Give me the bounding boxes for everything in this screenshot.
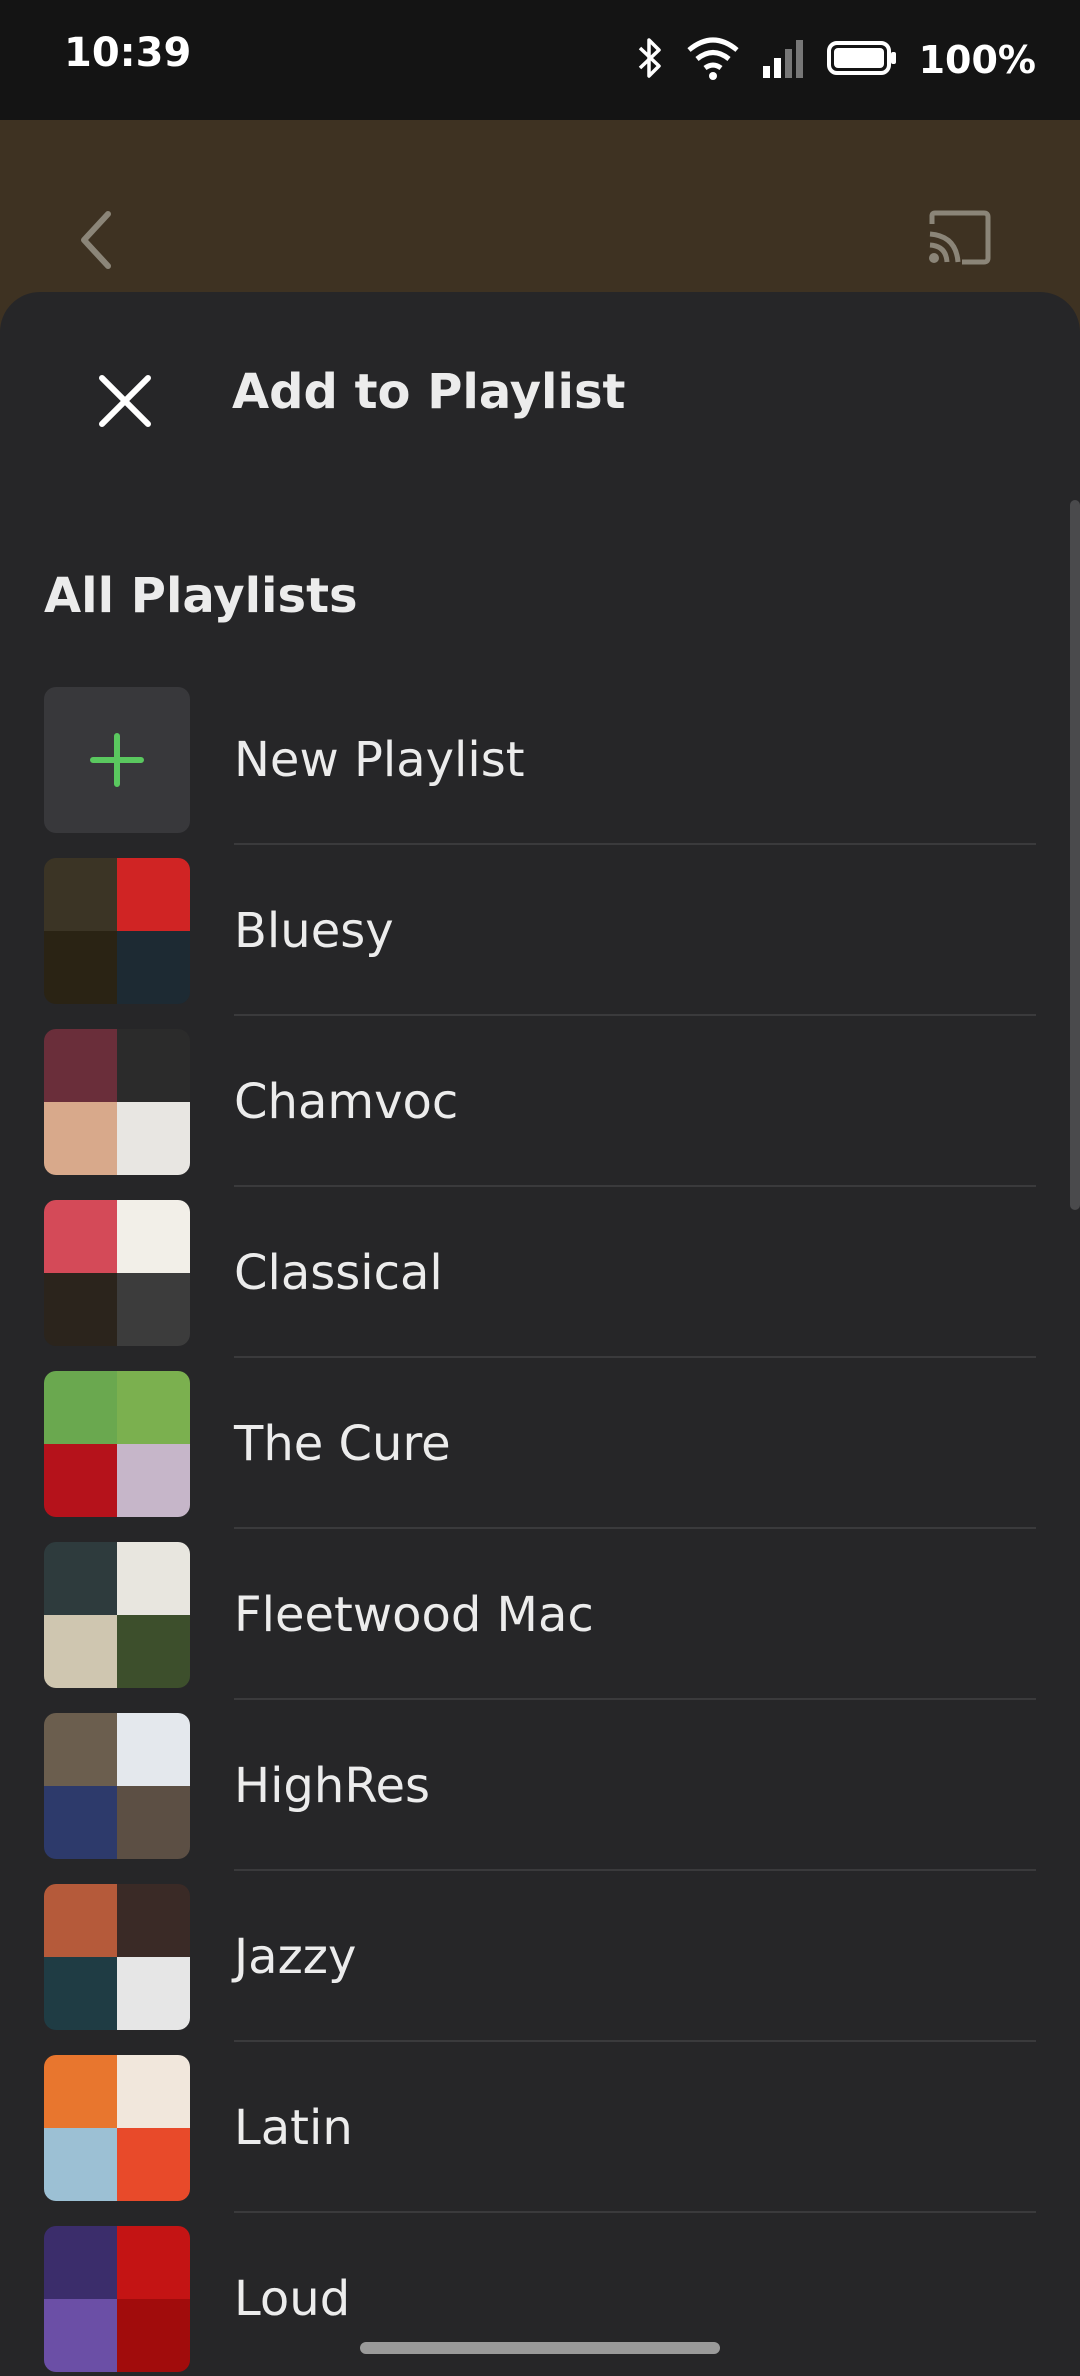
new-playlist-label: New Playlist [234, 731, 525, 788]
playlist-name: Bluesy [234, 902, 394, 959]
list-item[interactable]: Classical [44, 1187, 1036, 1358]
list-item[interactable]: Fleetwood Mac [44, 1529, 1036, 1700]
album-cover [117, 1541, 190, 1615]
playlist-name: Fleetwood Mac [234, 1586, 594, 1643]
album-cover [117, 1614, 190, 1688]
list-item[interactable]: Latin [44, 2042, 1036, 2213]
list-item[interactable]: HighRes [44, 1700, 1036, 1871]
close-button[interactable] [96, 372, 154, 430]
cast-button[interactable] [926, 210, 992, 266]
album-cover [117, 1199, 190, 1273]
album-cover [44, 1101, 117, 1175]
album-cover [117, 2054, 190, 2128]
status-time: 10:39 [64, 30, 192, 76]
album-cover [44, 1272, 117, 1346]
playlist-artwork [44, 1028, 190, 1175]
album-cover [44, 1443, 117, 1517]
playlist-name: The Cure [234, 1415, 451, 1472]
album-cover [117, 1956, 190, 2030]
album-cover [44, 1199, 117, 1273]
bluetooth-icon [635, 36, 665, 84]
album-cover [117, 1028, 190, 1102]
status-icons: 100% [635, 32, 1036, 88]
album-cover [117, 1101, 190, 1175]
back-chevron-icon [81, 211, 111, 269]
list-item[interactable]: Jazzy [44, 1871, 1036, 2042]
close-icon [99, 375, 151, 427]
playlist-list: New Playlist Bluesy Chamvoc Classical The C… [44, 674, 1036, 2376]
playlist-name: Chamvoc [234, 1073, 459, 1130]
scrollbar[interactable] [1070, 500, 1080, 1210]
album-cover [44, 1785, 117, 1859]
playlist-artwork [44, 2225, 190, 2372]
album-cover [117, 857, 190, 931]
album-cover [44, 1541, 117, 1615]
playlist-artwork [44, 1370, 190, 1517]
album-cover [44, 1956, 117, 2030]
playlist-artwork [44, 1712, 190, 1859]
list-item[interactable]: Bluesy [44, 845, 1036, 1016]
album-cover [117, 1370, 190, 1444]
album-cover [44, 1883, 117, 1957]
album-cover [117, 2127, 190, 2201]
battery-icon [826, 40, 897, 80]
album-cover [117, 1272, 190, 1346]
playlist-name: Classical [234, 1244, 443, 1301]
album-cover [44, 857, 117, 931]
list-item[interactable]: Chamvoc [44, 1016, 1036, 1187]
new-playlist-item[interactable]: New Playlist [44, 674, 1036, 845]
playlist-name: HighRes [234, 1757, 431, 1814]
album-cover [44, 2054, 117, 2128]
album-cover [117, 930, 190, 1004]
section-title: All Playlists [44, 568, 358, 624]
album-cover [44, 2225, 117, 2299]
plus-icon [90, 732, 144, 787]
album-cover [44, 1712, 117, 1786]
new-playlist-tile [44, 686, 190, 833]
album-cover [117, 1712, 190, 1786]
playlist-artwork [44, 857, 190, 1004]
list-item[interactable]: The Cure [44, 1358, 1036, 1529]
wifi-icon [686, 36, 739, 84]
playlist-name: Loud [234, 2270, 351, 2327]
album-cover [44, 2127, 117, 2201]
add-to-playlist-sheet: Add to Playlist All Playlists New Playli… [0, 292, 1080, 2376]
album-cover [117, 1443, 190, 1517]
album-cover [117, 1785, 190, 1859]
status-bar: 10:39 100% [0, 0, 1080, 120]
album-cover [44, 2298, 117, 2372]
album-cover [117, 1883, 190, 1957]
playlist-artwork [44, 1883, 190, 2030]
playlist-artwork [44, 1541, 190, 1688]
home-indicator [360, 2342, 720, 2354]
album-cover [44, 1028, 117, 1102]
back-button[interactable] [72, 208, 122, 272]
album-cover [44, 1614, 117, 1688]
album-cover [44, 1370, 117, 1444]
playlist-artwork [44, 2054, 190, 2201]
cell-signal-icon [761, 36, 805, 84]
playlist-name: Jazzy [234, 1928, 357, 1985]
sheet-title: Add to Playlist [232, 364, 626, 420]
playlist-name: Latin [234, 2099, 353, 2156]
album-cover [117, 2225, 190, 2299]
album-cover [44, 930, 117, 1004]
battery-percent: 100% [918, 38, 1036, 82]
playlist-artwork [44, 1199, 190, 1346]
cast-icon [929, 210, 991, 265]
album-cover [117, 2298, 190, 2372]
